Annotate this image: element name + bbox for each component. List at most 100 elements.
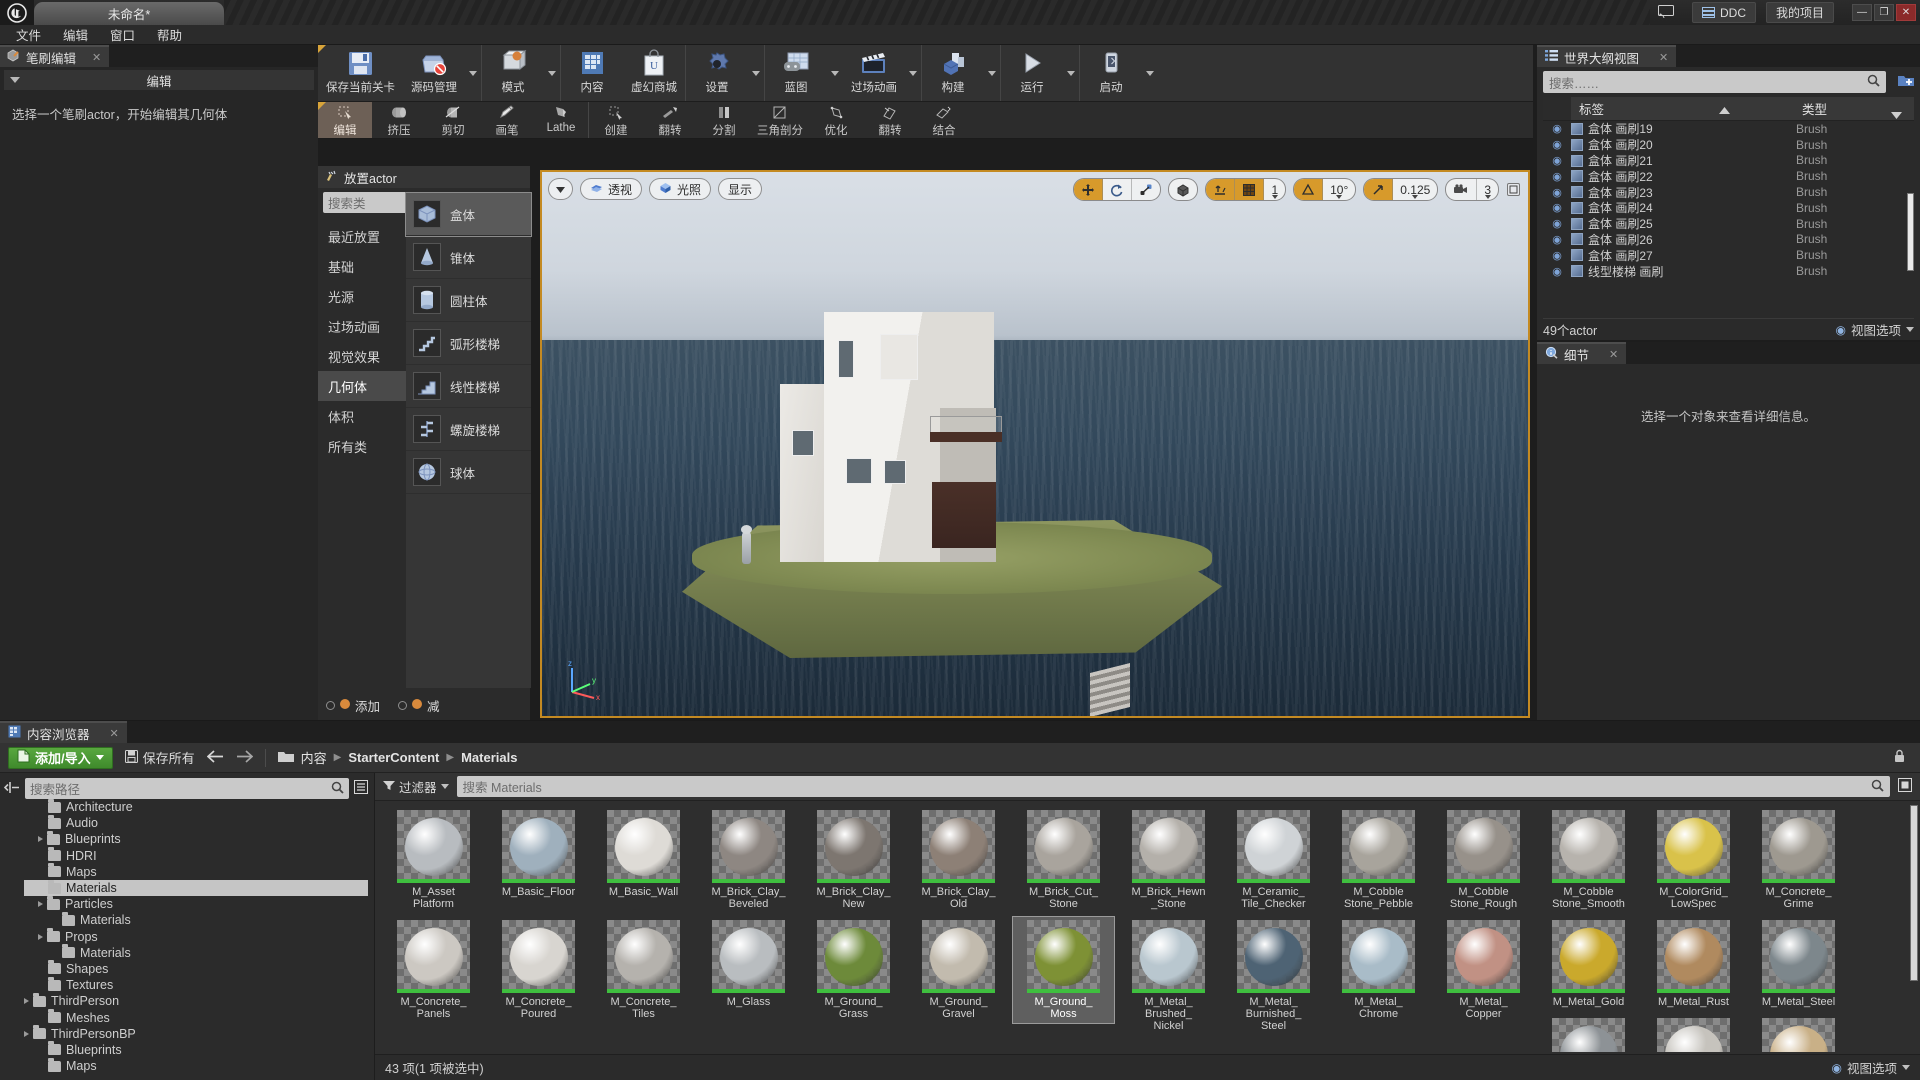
source-control-dropdown-icon[interactable] [469, 71, 477, 76]
eye-icon[interactable]: ◉ [1543, 170, 1571, 183]
asset-tile[interactable]: M_Brick_Clay_ Beveled [698, 807, 799, 913]
scale-tool-icon[interactable] [1132, 179, 1160, 200]
asset-tile[interactable]: M_Glass [698, 917, 799, 1011]
folder-tree-item[interactable]: Architecture [24, 799, 374, 815]
menu-window[interactable]: 窗口 [100, 23, 145, 46]
breadcrumb-materials[interactable]: Materials [461, 750, 517, 765]
geo-flip2-button[interactable]: 翻转 [863, 102, 917, 138]
grid-snap-icon[interactable] [1235, 179, 1264, 200]
close-icon[interactable]: ✕ [1609, 348, 1618, 361]
subtract-brush-radio[interactable] [398, 701, 407, 710]
asset-tile[interactable]: M_Metal_Gold [1538, 917, 1639, 1011]
launch-button[interactable]: 启动 [1080, 45, 1142, 101]
asset-tile[interactable]: M_ColorGrid_ LowSpec [1643, 807, 1744, 913]
rotate-tool-icon[interactable] [1103, 179, 1132, 200]
asset-tile[interactable]: M_Metal_ Copper [1433, 917, 1534, 1023]
outliner-label-column[interactable]: 标签 [1571, 99, 1796, 118]
build-button[interactable]: 构建 [922, 45, 984, 101]
tab-world-outliner[interactable]: 世界大纲视图 ✕ [1537, 45, 1676, 67]
eye-icon[interactable]: ◉ [1543, 233, 1571, 246]
modes-dropdown-icon[interactable] [548, 71, 556, 76]
geo-flip-button[interactable]: 翻转 [643, 102, 697, 138]
move-tool-icon[interactable] [1074, 179, 1103, 200]
folder-tree-item[interactable]: Audio [24, 815, 374, 831]
modes-button[interactable]: 模式 [482, 45, 544, 101]
folder-tree-item[interactable]: Materials [24, 945, 374, 961]
marketplace-button[interactable]: U 虚幻商城 [623, 45, 685, 101]
asset-tile[interactable]: M_Concrete_ Poured [488, 917, 589, 1023]
add-brush-radio[interactable] [326, 701, 335, 710]
asset-tile[interactable]: M_Brick_Clay_ New [803, 807, 904, 913]
asset-tile[interactable]: M_Metal_Steel [1748, 917, 1849, 1011]
eye-icon[interactable]: ◉ [1543, 201, 1571, 214]
cinematics-dropdown-icon[interactable] [909, 71, 917, 76]
launch-dropdown-icon[interactable] [1146, 71, 1154, 76]
eye-icon[interactable]: ◉ [1543, 249, 1571, 262]
asset-tile[interactable]: M_Brick_Clay_ Old [908, 807, 1009, 913]
asset-grid-scrollbar[interactable] [1910, 805, 1918, 981]
viewport-menu-button[interactable] [548, 178, 573, 200]
blueprint-button[interactable]: 蓝图 [765, 45, 827, 101]
tab-details[interactable]: 细节 ✕ [1537, 342, 1626, 364]
content-button[interactable]: 内容 [561, 45, 623, 101]
asset-tile[interactable]: M_Cobble Stone_Pebble [1328, 807, 1429, 913]
table-row[interactable]: ◉ 盒体 画刷21 Brush [1543, 153, 1914, 169]
list-view-icon[interactable] [354, 780, 368, 797]
outliner-search-input[interactable]: 搜索…… [1543, 71, 1886, 93]
asset-tile[interactable]: M_Cobble Stone_Rough [1433, 807, 1534, 913]
viewport-show-button[interactable]: 显示 [718, 178, 762, 200]
breadcrumb-content[interactable]: 内容 [301, 748, 327, 767]
folder-tree-item[interactable]: Maps [24, 864, 374, 880]
folder-tree-item[interactable]: Materials [24, 912, 374, 928]
place-asset-spiral-stair[interactable]: 螺旋楼梯 [406, 408, 531, 451]
folder-tree-item[interactable]: Meshes [24, 1009, 374, 1025]
place-asset-sphere[interactable]: 球体 [406, 451, 531, 494]
table-row[interactable]: ◉ 线型楼梯 画刷 Brush [1543, 263, 1914, 279]
table-row[interactable]: ◉ 盒体 画刷24 Brush [1543, 200, 1914, 216]
asset-tile[interactable]: M_Brick_Cut_ Stone [1013, 807, 1114, 913]
asset-tile[interactable]: M_Ground_ Gravel [908, 917, 1009, 1023]
table-row[interactable]: ◉ 盒体 画刷25 Brush [1543, 216, 1914, 232]
folder-tree-item[interactable]: ThirdPersonBP [24, 1026, 374, 1042]
geo-edit-button[interactable]: 编辑 [318, 102, 372, 138]
eye-icon[interactable]: ◉ [1543, 138, 1571, 151]
add-folder-icon[interactable] [1898, 73, 1914, 90]
asset-tile[interactable]: M_Brick_Hewn _Stone [1118, 807, 1219, 913]
folder-tree-item[interactable]: Maps [24, 1058, 374, 1074]
world-space-icon[interactable] [1169, 179, 1197, 200]
surface-snap-icon[interactable] [1206, 179, 1235, 200]
place-asset-box[interactable]: 盒体 [406, 193, 531, 236]
folder-tree-item[interactable]: Blueprints [24, 1042, 374, 1058]
asset-tile[interactable]: M_Ground_ Moss [1013, 917, 1114, 1023]
table-row[interactable]: ◉ 盒体 画刷20 Brush [1543, 137, 1914, 153]
outliner-scrollbar[interactable] [1907, 193, 1914, 271]
eye-icon[interactable]: ◉ [1543, 122, 1571, 135]
eye-icon[interactable]: ◉ [1543, 154, 1571, 167]
table-row[interactable]: ◉ 盒体 画刷23 Brush [1543, 184, 1914, 200]
asset-search-input[interactable]: 搜索 Materials [457, 776, 1890, 797]
folder-tree-item[interactable]: Materials [24, 880, 368, 896]
folder-tree-item[interactable]: Shapes [24, 961, 374, 977]
camera-speed-value[interactable]: 3 [1477, 179, 1498, 200]
minimize-button[interactable]: — [1852, 4, 1872, 21]
asset-tile[interactable]: M_Metal_ Brushed_ Nickel [1118, 917, 1219, 1035]
scale-snap-value[interactable]: 0.125 [1393, 179, 1437, 200]
cinematics-button[interactable]: 过场动画 [843, 45, 905, 101]
camera-speed-icon[interactable] [1446, 179, 1477, 200]
outliner-type-column[interactable]: 类型 [1796, 99, 1914, 118]
geo-optimize-button[interactable]: 优化 [809, 102, 863, 138]
eye-icon[interactable]: ◉ [1543, 186, 1571, 199]
document-tab[interactable]: 未命名* [34, 2, 224, 25]
folder-tree-item[interactable]: ThirdPerson [24, 993, 374, 1009]
path-search-input[interactable]: 搜索路径 [25, 778, 349, 799]
collapse-tree-icon[interactable] [4, 781, 20, 797]
search-icon[interactable] [1871, 779, 1884, 795]
eye-icon[interactable]: ◉ [1543, 265, 1571, 278]
breadcrumb-startercontent[interactable]: StarterContent [348, 750, 439, 765]
table-row[interactable]: ◉ 盒体 画刷27 Brush [1543, 247, 1914, 263]
menu-file[interactable]: 文件 [6, 23, 51, 46]
arrow-left-icon[interactable] [207, 750, 224, 766]
asset-tile[interactable]: M_Asset Platform [383, 807, 484, 913]
grid-snap-value[interactable]: 1 [1264, 179, 1285, 200]
folder-tree-item[interactable]: Blueprints [24, 831, 374, 847]
